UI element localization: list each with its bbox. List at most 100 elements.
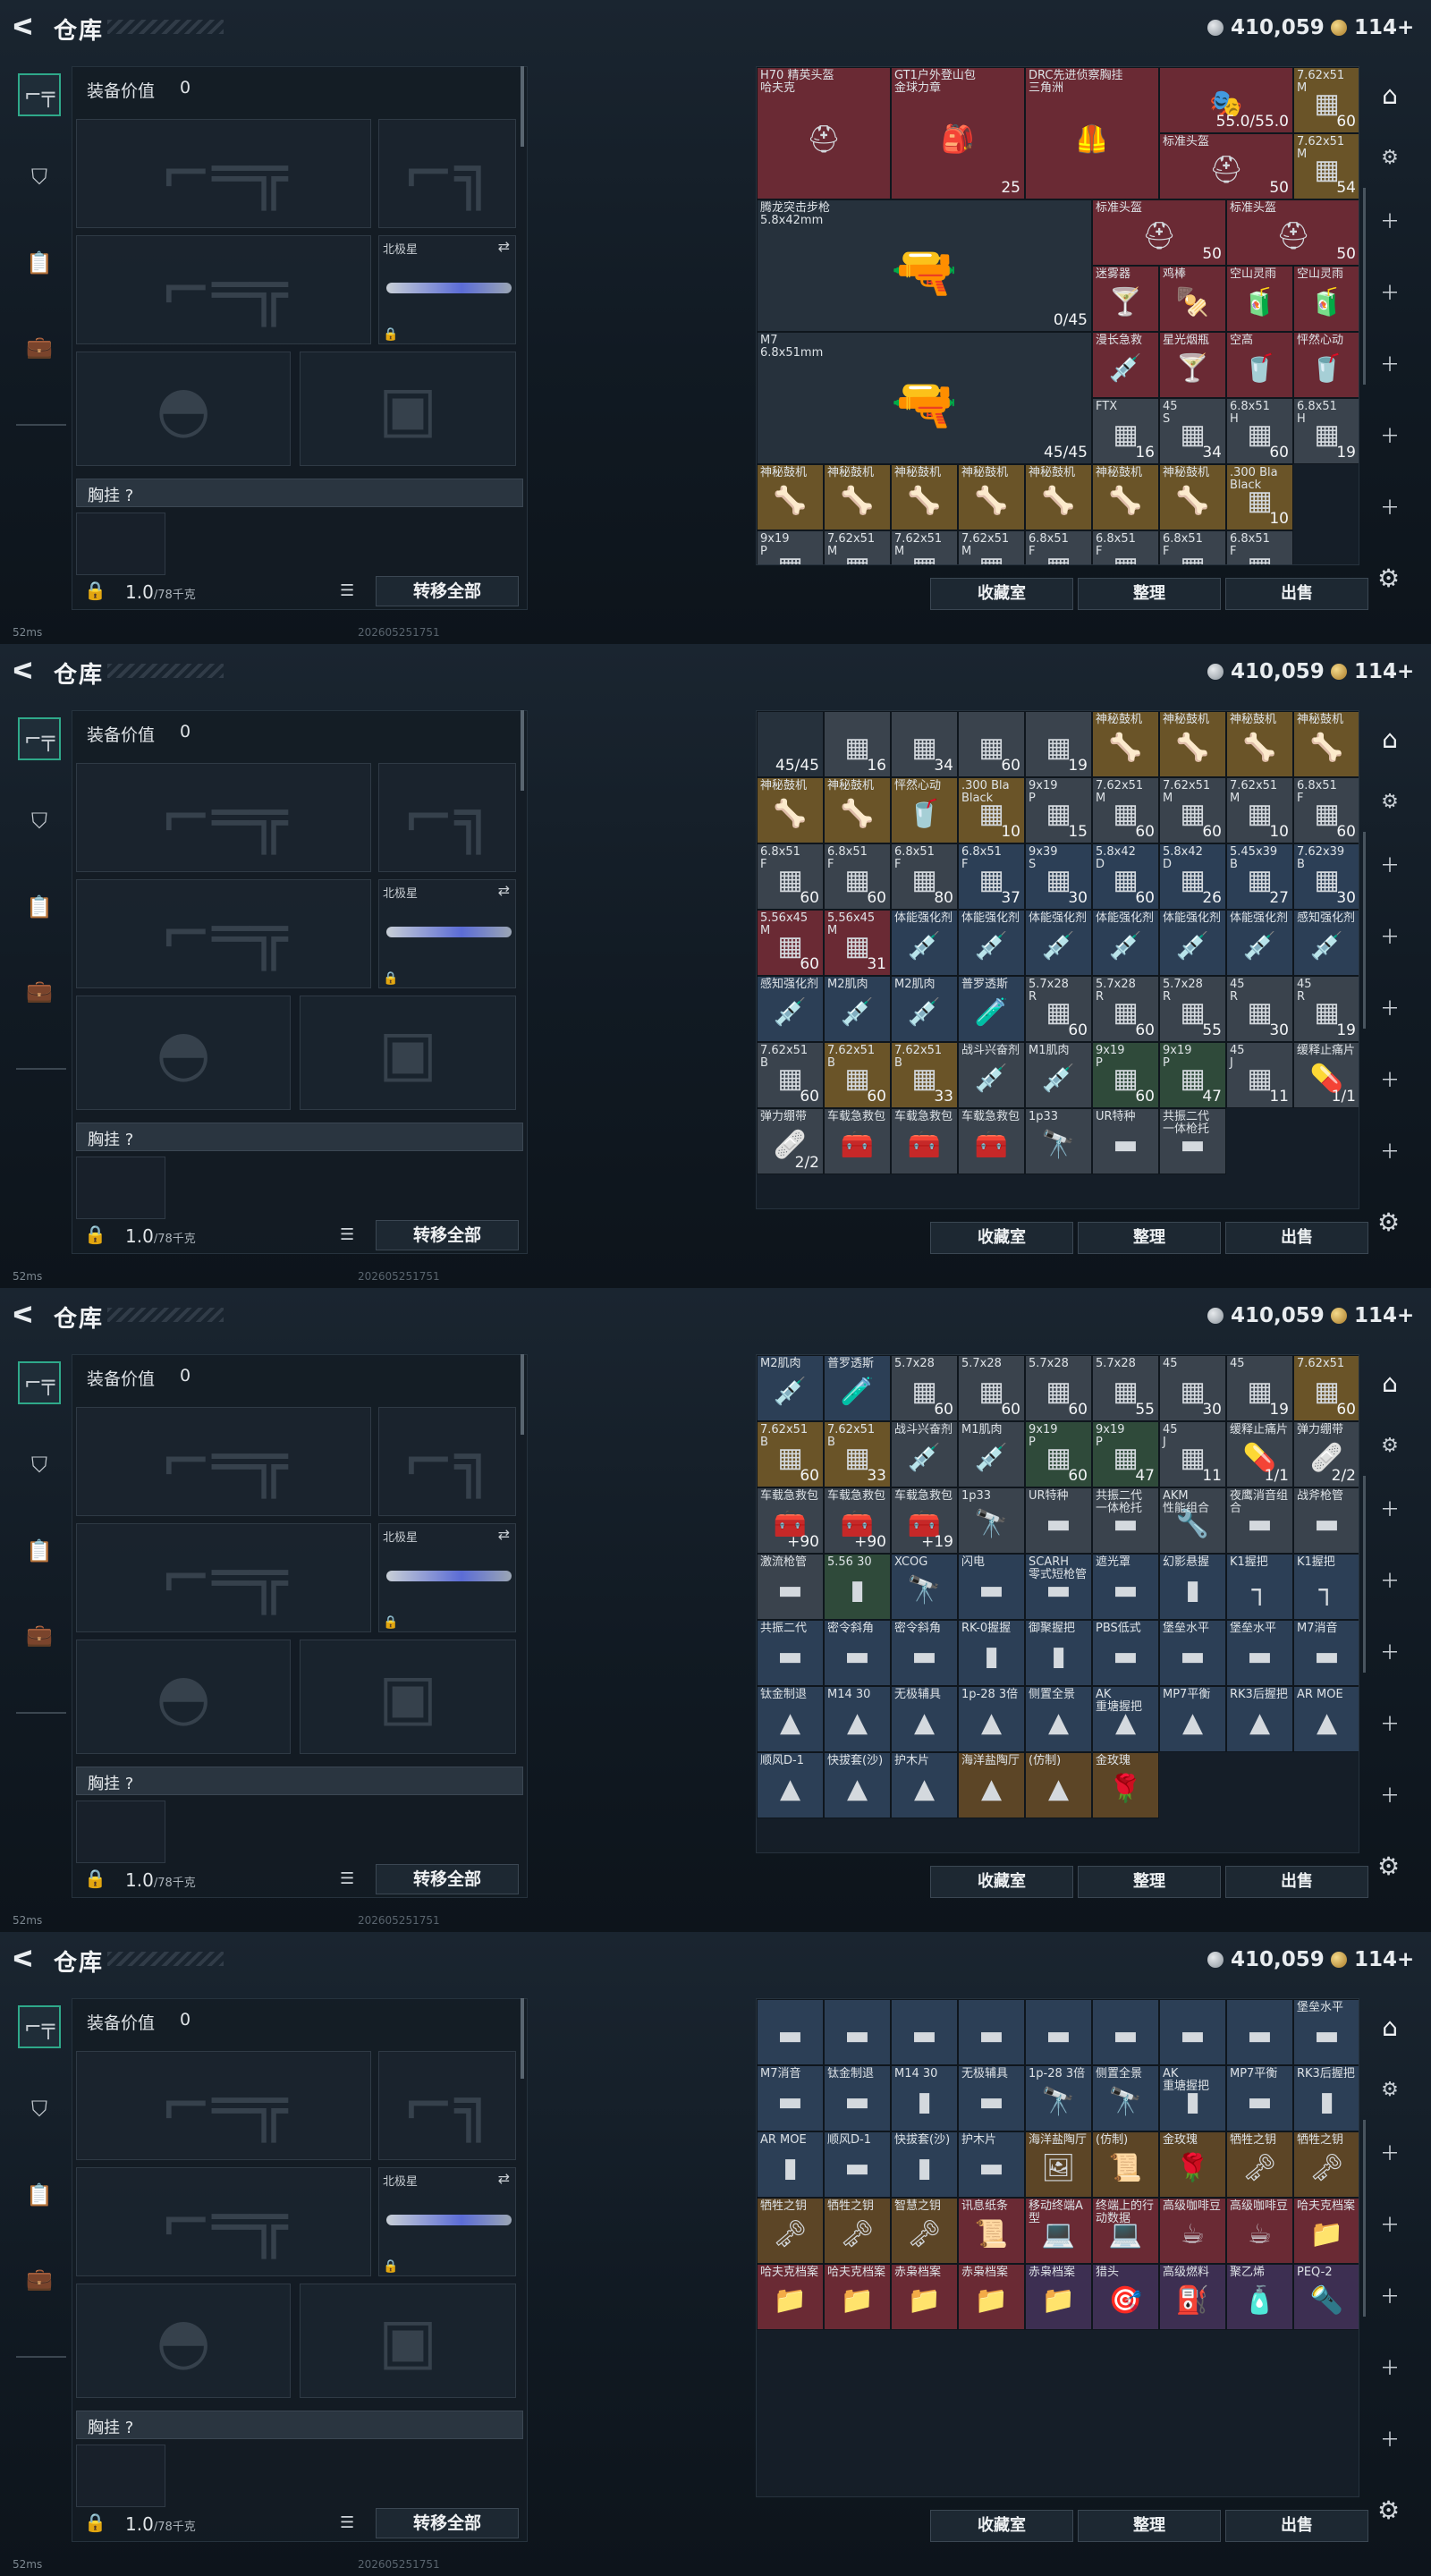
- inventory-item[interactable]: 🩹 弹力绷带 2/2: [1293, 1421, 1359, 1487]
- inventory-item[interactable]: 🧃 空山灵雨: [1293, 266, 1359, 332]
- collection-button[interactable]: 收藏室: [930, 1222, 1073, 1254]
- inventory-item[interactable]: ▬ 顺风D-1: [824, 2131, 891, 2198]
- inventory-item[interactable]: 🥤 怦然心动: [1293, 332, 1359, 398]
- primary-weapon-slot[interactable]: ⌐═╦: [76, 763, 371, 872]
- plus-icon[interactable]: ＋: [1370, 1631, 1410, 1671]
- plus-icon[interactable]: ＋: [1370, 2419, 1410, 2458]
- inventory-item[interactable]: 🧃 空山灵雨: [1226, 266, 1293, 332]
- inventory-item[interactable]: 🥤 怦然心动: [891, 777, 958, 843]
- gold-currency[interactable]: 114+: [1331, 16, 1414, 39]
- inventory-item[interactable]: ▬ 堡垒水平: [1226, 1620, 1293, 1686]
- inventory-item[interactable]: ▦ 7.62x51 M 60: [1159, 777, 1226, 843]
- inventory-item[interactable]: 💉 战斗兴奋剂: [891, 1421, 958, 1487]
- inventory-item[interactable]: ▦ 9x19 P 47: [1159, 1042, 1226, 1108]
- inventory-item[interactable]: ▬: [958, 1999, 1025, 2065]
- inventory-item[interactable]: ▮ RK3后握把: [1293, 2065, 1359, 2131]
- secondary-weapon-slot[interactable]: ⌐═╦: [76, 2167, 371, 2276]
- gun-tab-icon[interactable]: ⌐╤: [18, 73, 61, 116]
- sell-button[interactable]: 出售: [1225, 578, 1368, 610]
- inventory-item[interactable]: 🦴 神秘鼓机: [757, 777, 824, 843]
- inventory-item[interactable]: ▬: [1159, 1999, 1226, 2065]
- inventory-item[interactable]: ▦ 7.62x51 60: [1293, 1355, 1359, 1421]
- swap-icon[interactable]: ⇄: [498, 1526, 510, 1543]
- melee-slot[interactable]: 北极星 ⇄ 🔒: [378, 2167, 516, 2276]
- inventory-item[interactable]: ▮ RK-0握握: [958, 1620, 1025, 1686]
- inventory-item[interactable]: ▦6.8x51 F: [1092, 530, 1159, 564]
- pistol-slot[interactable]: ⌐╗: [378, 2051, 516, 2160]
- inventory-item[interactable]: ▦ 45 30: [1159, 1355, 1226, 1421]
- inventory-item[interactable]: ▦ 5.8x42 D 26: [1159, 843, 1226, 910]
- plus-icon[interactable]: ＋: [1370, 200, 1410, 240]
- inventory-item[interactable]: ▦ 7.62x51 B 60: [824, 1042, 891, 1108]
- inventory-item[interactable]: 🥤 空高: [1226, 332, 1293, 398]
- inventory-item[interactable]: ▦7.62x51 M: [891, 530, 958, 564]
- inventory-item[interactable]: ▬ 护木片: [958, 2131, 1025, 2198]
- inventory-item[interactable]: 📜 (仿制): [1092, 2131, 1159, 2198]
- inventory-item[interactable]: ▬ 激流枪管: [757, 1554, 824, 1620]
- plus-icon[interactable]: ＋: [1370, 343, 1410, 383]
- pistol-slot[interactable]: ⌐╗: [378, 1407, 516, 1516]
- inventory-item[interactable]: 🦴 神秘鼓机: [1159, 464, 1226, 530]
- pistol-slot[interactable]: ⌐╗: [378, 763, 516, 872]
- inventory-item[interactable]: ▲ RK3后握把: [1226, 1686, 1293, 1752]
- collection-button[interactable]: 收藏室: [930, 1866, 1073, 1898]
- move-all-button[interactable]: 转移全部: [376, 2508, 519, 2538]
- inventory-item[interactable]: 💉 M1肌肉: [1025, 1042, 1092, 1108]
- inventory-item[interactable]: 🗝 牺牲之钥: [1226, 2131, 1293, 2198]
- inventory-item[interactable]: ▦ 5.7x28 R 60: [1092, 976, 1159, 1042]
- inventory-item[interactable]: ☕ 高级咖啡豆: [1226, 2198, 1293, 2264]
- armor-slot[interactable]: ▣: [300, 352, 516, 466]
- helmet-slot[interactable]: ◓: [76, 1640, 291, 1754]
- loadout-scrollbar[interactable]: [521, 66, 524, 147]
- inventory-item[interactable]: ▲ 快拔套(沙): [824, 1752, 891, 1818]
- inventory-item[interactable]: 🧪 普罗透斯: [958, 976, 1025, 1042]
- inventory-item[interactable]: ▬ 夜鹰消音组合: [1226, 1487, 1293, 1554]
- pistol-slot[interactable]: ⌐╗: [378, 119, 516, 228]
- inventory-item[interactable]: 💉 体能强化剂: [1092, 910, 1159, 976]
- inventory-item[interactable]: ▦ 6.8x51 H 60: [1226, 398, 1293, 464]
- inventory-item[interactable]: ⛑ H70 精英头盔 哈夫克: [757, 67, 891, 199]
- inventory-item[interactable]: ▦ 9x39 S 30: [1025, 843, 1092, 910]
- move-all-button[interactable]: 转移全部: [376, 576, 519, 606]
- armor-slot[interactable]: ▣: [300, 1640, 516, 1754]
- inventory-item[interactable]: ▦ 34: [891, 711, 958, 777]
- inventory-item[interactable]: ▦ 9x19 P 47: [1092, 1421, 1159, 1487]
- badge-tab-icon[interactable]: ⛉: [18, 800, 61, 843]
- inventory-item[interactable]: 💉 感知强化剂: [1293, 910, 1359, 976]
- inventory-item[interactable]: ▦ 6.8x51 F 80: [891, 843, 958, 910]
- move-all-button[interactable]: 转移全部: [376, 1220, 519, 1250]
- inventory-item[interactable]: ▮ AR MOE: [757, 2131, 824, 2198]
- grid-scrollbar[interactable]: [1363, 188, 1366, 385]
- inventory-item[interactable]: ▬ 密令斜角: [824, 1620, 891, 1686]
- inventory-item[interactable]: 45/45: [757, 711, 824, 777]
- inventory-item[interactable]: ▦ 9x19 P 60: [1025, 1421, 1092, 1487]
- inventory-item[interactable]: ▦6.8x51 F: [1159, 530, 1226, 564]
- plus-icon[interactable]: ＋: [1370, 844, 1410, 884]
- inventory-item[interactable]: 💉 体能强化剂: [891, 910, 958, 976]
- inventory-item[interactable]: 🍸 迷雾器: [1092, 266, 1159, 332]
- inventory-item[interactable]: 💊 缓释止痛片 1/1: [1226, 1421, 1293, 1487]
- inventory-item[interactable]: 🦴 神秘鼓机: [1159, 711, 1226, 777]
- inventory-item[interactable]: 🦴 神秘鼓机: [1226, 711, 1293, 777]
- swap-icon[interactable]: ⇄: [498, 2170, 510, 2187]
- inventory-item[interactable]: ▦ 6.8x51 H 19: [1293, 398, 1359, 464]
- inventory-item[interactable]: ▦ 5.7x28 55: [1092, 1355, 1159, 1421]
- inventory-item[interactable]: 🔧 AKM 性能组合: [1159, 1487, 1226, 1554]
- briefcase-tab-icon[interactable]: 💼: [18, 2258, 61, 2301]
- inventory-item[interactable]: 💉 体能强化剂: [1025, 910, 1092, 976]
- inventory-item[interactable]: ▦ 7.62x51 M 54: [1293, 133, 1359, 199]
- inventory-item[interactable]: ▦6.8x51 F: [1025, 530, 1092, 564]
- sort-button[interactable]: 整理: [1078, 578, 1221, 610]
- inventory-item[interactable]: 💉 战斗兴奋剂: [958, 1042, 1025, 1108]
- inventory-item[interactable]: 💉 M2肌肉: [824, 976, 891, 1042]
- inventory-item[interactable]: 🦴 神秘鼓机: [1092, 711, 1159, 777]
- back-arrow-icon[interactable]: ᐸ: [13, 1946, 39, 1973]
- plus-icon[interactable]: ＋: [1370, 1131, 1410, 1170]
- badge-tab-icon[interactable]: ⛉: [18, 156, 61, 199]
- inventory-item[interactable]: 🧰 车载急救包: [824, 1108, 891, 1174]
- inventory-item[interactable]: ▬ 无极辅具: [958, 2065, 1025, 2131]
- primary-weapon-slot[interactable]: ⌐═╦: [76, 119, 371, 228]
- inventory-item[interactable]: 💉 感知强化剂: [757, 976, 824, 1042]
- inventory-item[interactable]: ▦ 6.8x51 F 60: [824, 843, 891, 910]
- inventory-item[interactable]: 🦴 神秘鼓机: [757, 464, 824, 530]
